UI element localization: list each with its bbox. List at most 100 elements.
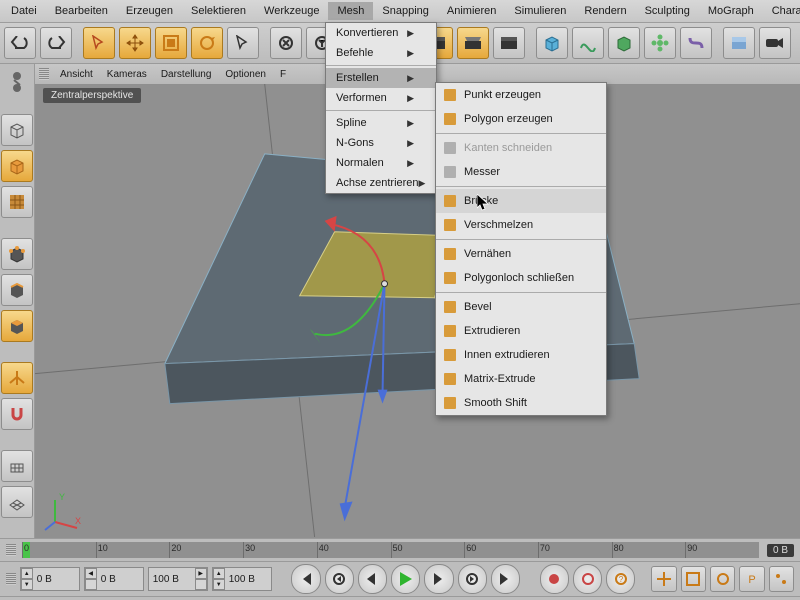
workplane[interactable]: [1, 450, 33, 482]
edge-mode[interactable]: [1, 274, 33, 306]
prim-cube[interactable]: [536, 27, 568, 59]
model-mode[interactable]: [1, 114, 33, 146]
view-optionen[interactable]: Optionen: [218, 67, 273, 82]
timeline-track[interactable]: 0102030405060708090100: [22, 542, 759, 558]
key-pos[interactable]: [651, 566, 676, 592]
point-mode[interactable]: [1, 238, 33, 270]
env-tool[interactable]: [723, 27, 755, 59]
next-frame[interactable]: [424, 564, 453, 594]
undo-button[interactable]: [4, 27, 36, 59]
menu-selektieren[interactable]: Selektieren: [182, 2, 255, 20]
view-ansicht[interactable]: Ansicht: [53, 67, 100, 82]
autokey[interactable]: [573, 564, 602, 594]
record-key[interactable]: [540, 564, 569, 594]
menu-werkzeuge[interactable]: Werkzeuge: [255, 2, 328, 20]
menu-datei[interactable]: Datei: [2, 2, 46, 20]
drag-handle-icon[interactable]: [6, 573, 16, 585]
goto-end[interactable]: [491, 564, 520, 594]
menu-item[interactable]: N-Gons▶: [326, 133, 436, 153]
scale-tool[interactable]: [155, 27, 187, 59]
frame-loop-b[interactable]: 100 B▶: [148, 567, 208, 591]
key-param[interactable]: P: [739, 566, 764, 592]
menu-item[interactable]: Achse zentrieren▶: [326, 173, 436, 193]
submenu-label: Brücke: [464, 195, 498, 207]
timeline-ruler[interactable]: 0102030405060708090100 0 B: [0, 538, 800, 561]
redo-icon: [46, 36, 66, 50]
view-kameras[interactable]: Kameras: [100, 67, 154, 82]
submenu-item[interactable]: Matrix-Extrude: [436, 367, 606, 391]
drag-handle-icon[interactable]: [39, 68, 49, 80]
menu-animieren[interactable]: Animieren: [438, 2, 506, 20]
prev-key[interactable]: [325, 564, 354, 594]
menu-erzeugen[interactable]: Erzeugen: [117, 2, 182, 20]
poly-mode[interactable]: [1, 310, 33, 342]
submenu-label: Extrudieren: [464, 325, 520, 337]
x-lock[interactable]: [270, 27, 302, 59]
menu-item[interactable]: Verformen▶: [326, 88, 436, 108]
view-filter[interactable]: F: [273, 67, 293, 82]
submenu-item[interactable]: Kanten schneiden: [436, 136, 606, 160]
submenu-item[interactable]: Smooth Shift: [436, 391, 606, 415]
modeling[interactable]: [644, 27, 676, 59]
submenu-item[interactable]: Bevel: [436, 295, 606, 319]
drag-handle-icon[interactable]: [6, 544, 16, 556]
submenu-item[interactable]: Messer: [436, 160, 606, 184]
menu-rendern[interactable]: Rendern: [575, 2, 635, 20]
move-tool[interactable]: [119, 27, 151, 59]
menu-simulieren[interactable]: Simulieren: [505, 2, 575, 20]
generator[interactable]: [608, 27, 640, 59]
menu-mesh[interactable]: Mesh: [328, 2, 373, 20]
object-mode[interactable]: [1, 150, 33, 182]
snap-tool[interactable]: [1, 398, 33, 430]
submenu-item[interactable]: Verschmelzen: [436, 213, 606, 237]
deformer[interactable]: [680, 27, 712, 59]
prev-frame[interactable]: [358, 564, 387, 594]
play-button[interactable]: [391, 564, 420, 594]
view-darstellung[interactable]: Darstellung: [154, 67, 219, 82]
key-options[interactable]: ?: [606, 564, 635, 594]
frame-start[interactable]: ▲▼0 B: [20, 567, 80, 591]
texture-mode[interactable]: [1, 186, 33, 218]
menu-item[interactable]: Konvertieren▶: [326, 23, 436, 43]
deform-icon: [687, 34, 705, 52]
axis-tool[interactable]: [1, 362, 33, 394]
tool-icon: [442, 140, 458, 156]
menu-sculpting[interactable]: Sculpting: [636, 2, 699, 20]
tool-icon: [442, 246, 458, 262]
key-pla[interactable]: [769, 566, 794, 592]
menu-bearbeiten[interactable]: Bearbeiten: [46, 2, 117, 20]
submenu-item[interactable]: Polygonloch schließen: [436, 266, 606, 290]
workplane2[interactable]: [1, 486, 33, 518]
menu-item[interactable]: Normalen▶: [326, 153, 436, 173]
menu-snapping[interactable]: Snapping: [373, 2, 438, 20]
frame-end[interactable]: ▲▼100 B: [212, 567, 272, 591]
menu-mograph[interactable]: MoGraph: [699, 2, 763, 20]
next-key[interactable]: [458, 564, 487, 594]
submenu-item[interactable]: Extrudieren: [436, 319, 606, 343]
menu-item[interactable]: Spline▶: [326, 113, 436, 133]
submenu-item[interactable]: Vernähen: [436, 242, 606, 266]
select-tool[interactable]: [83, 27, 115, 59]
submenu-label: Punkt erzeugen: [464, 89, 541, 101]
goto-start[interactable]: [291, 564, 320, 594]
submenu-label: Smooth Shift: [464, 397, 527, 409]
menu-item[interactable]: Erstellen▶: [326, 68, 436, 88]
key-rot[interactable]: [710, 566, 735, 592]
rotate-tool[interactable]: [191, 27, 223, 59]
render-settings[interactable]: [493, 27, 525, 59]
tool-icon: [442, 347, 458, 363]
last-tool[interactable]: [227, 27, 259, 59]
key-scale[interactable]: [681, 566, 706, 592]
spline-tool[interactable]: [572, 27, 604, 59]
submenu-item[interactable]: Brücke: [436, 189, 606, 213]
frame-loop-a[interactable]: ◀0 B: [84, 567, 144, 591]
editable-icon[interactable]: [7, 70, 27, 94]
render-pv[interactable]: [457, 27, 489, 59]
menu-charakter[interactable]: Charakt: [763, 2, 800, 20]
menu-item[interactable]: Befehle▶: [326, 43, 436, 63]
submenu-item[interactable]: Innen extrudieren: [436, 343, 606, 367]
redo-button[interactable]: [40, 27, 72, 59]
camera-tool[interactable]: [759, 27, 791, 59]
submenu-item[interactable]: Polygon erzeugen: [436, 107, 606, 131]
submenu-item[interactable]: Punkt erzeugen: [436, 83, 606, 107]
